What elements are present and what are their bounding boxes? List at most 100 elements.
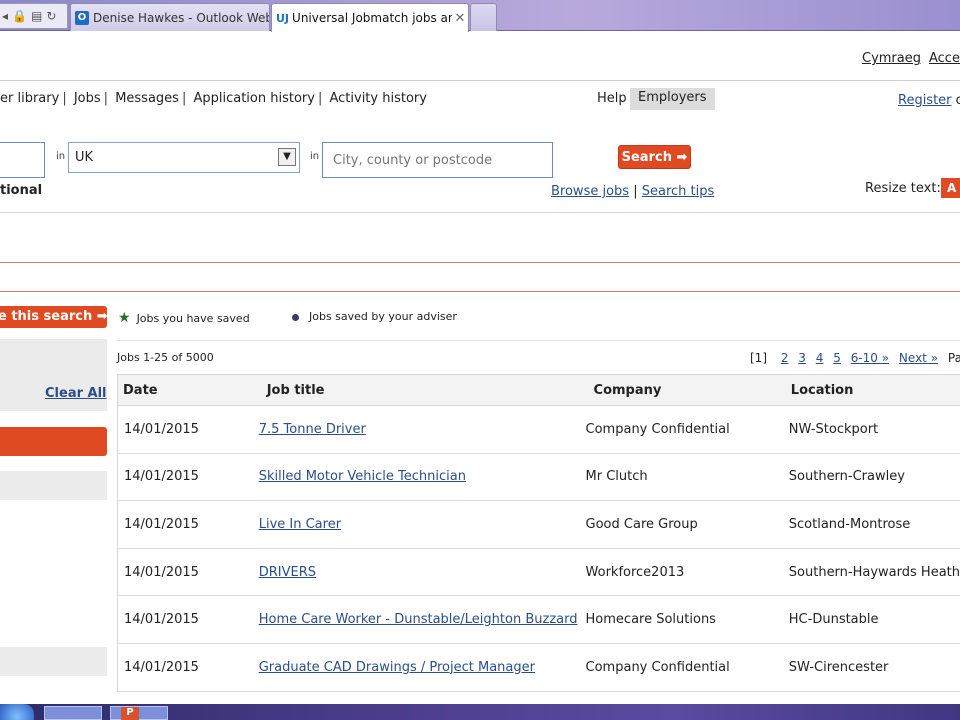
job-title-link[interactable]: DRIVERS [259,565,316,580]
job-title-link[interactable]: Graduate CAD Drawings / Project Manager [259,660,535,675]
nav-item-application-history[interactable]: Application history [193,91,314,106]
search-tips-link[interactable]: Search tips [642,184,715,199]
page-link[interactable]: 5 [833,351,841,365]
job-company: Company Confidential [585,643,783,692]
next-page-link[interactable]: Next » [899,351,938,365]
pagination: [1] 2 3 4 5 6-10 » Next » Page [750,351,960,365]
job-location: Southern-Crawley [782,453,960,502]
nav-item-activity-history[interactable]: Activity history [329,91,426,106]
back-icon[interactable]: ◂ [2,9,8,23]
taskbar-powerpoint-button[interactable]: P [110,706,168,720]
nav-item-library[interactable]: er library [0,91,59,106]
location-input[interactable] [322,142,553,178]
outlook-icon: O [75,10,89,25]
browser-tab-jobmatch[interactable]: UJ Universal Jobmatch jobs an... ✕ [271,3,469,32]
results-table: Date Job title Company Location 14/01/20… [116,374,960,692]
job-date: 14/01/2015 [116,500,259,549]
legend-label: Jobs you have saved [136,312,250,325]
accessibility-link[interactable]: Acces [929,51,960,66]
job-date: 14/01/2015 [116,405,259,454]
table-row: 14/01/2015 7.5 Tonne Driver Company Conf… [116,405,960,454]
search-button[interactable]: Search ➡ [618,145,691,169]
country-select[interactable]: UK ▼ [68,142,300,173]
keywords-input[interactable] [0,142,45,178]
register-area: Register o [898,93,960,108]
table-row: 14/01/2015 Skilled Motor Vehicle Technic… [116,453,960,502]
job-company: Good Care Group [585,500,783,549]
separator: | [633,184,638,199]
nav-item-messages[interactable]: Messages [115,91,179,106]
language-link[interactable]: Cymraeg [862,51,921,66]
page-label: Page [947,351,960,365]
page-range-link[interactable]: 6-10 » [851,351,889,365]
page-link[interactable]: 3 [798,351,806,365]
filter-section[interactable] [0,471,107,500]
column-header-job-title[interactable]: Job title [258,374,586,406]
table-row: 14/01/2015 DRIVERS Workforce2013 Souther… [116,548,960,597]
taskbar-browser-button[interactable] [44,706,102,720]
tab-title: Universal Jobmatch jobs an... [292,11,452,25]
in-label: in [56,151,66,162]
separator: | [62,91,67,106]
column-header-location[interactable]: Location [782,374,960,406]
filter-section[interactable] [0,647,107,676]
job-title-link[interactable]: Skilled Motor Vehicle Technician [259,469,466,484]
refresh-icon[interactable]: ↻ [46,9,56,23]
star-icon: ★ [118,310,131,326]
universal-jobmatch-icon: UJ [276,11,290,25]
job-title-link[interactable]: 7.5 Tonne Driver [259,422,366,437]
legend-saved-jobs: ★ Jobs you have saved [118,310,250,326]
nav-item-jobs[interactable]: Jobs [74,91,101,106]
resize-text-label: Resize text: [865,181,941,196]
job-title-link[interactable]: Live In Carer [259,517,341,532]
new-tab-button[interactable] [470,3,497,31]
nav-links: er library | Jobs | Messages | Application … [0,91,427,106]
browse-jobs-link[interactable]: Browse jobs [551,184,629,199]
job-date: 14/01/2015 [116,643,259,692]
help-link[interactable]: Help [597,91,627,106]
legend-adviser-jobs: Jobs saved by your adviser [292,310,457,323]
results-header: Jobs 1-25 of 5000 [1] 2 3 4 5 6-10 » Nex… [117,340,960,374]
register-link[interactable]: Register [898,93,952,108]
job-company: Homecare Solutions [585,595,783,644]
browser-tab-strip: ◂ 🔒 ▤ ↻ O Denise Hawkes - Outlook Web ..… [0,0,960,32]
main-navigation: er library | Jobs | Messages | Application … [0,81,960,119]
legend-label: Jobs saved by your adviser [309,310,457,323]
divider [0,212,960,213]
browser-tab-outlook[interactable]: O Denise Hawkes - Outlook Web ... [70,3,270,31]
job-title-link[interactable]: Home Care Worker - Dunstable/Leighton Bu… [259,612,578,627]
country-value: UK [75,150,94,165]
column-header-date[interactable]: Date [116,374,259,406]
employers-tab[interactable]: Employers [630,88,715,110]
optional-label: tional [0,183,43,198]
close-icon[interactable]: ✕ [452,11,468,26]
divider [0,262,960,263]
results-count: Jobs 1-25 of 5000 [117,351,214,364]
chevron-down-icon[interactable]: ▼ [278,148,296,166]
powerpoint-icon: P [121,707,139,720]
job-date: 14/01/2015 [116,595,259,644]
table-row: 14/01/2015 Home Care Worker - Dunstable/… [116,595,960,644]
current-page: [1] [750,351,767,365]
separator: | [181,91,187,106]
clear-all-link[interactable]: Clear All [45,386,107,401]
job-location: NW-Stockport [782,405,960,454]
compatibility-icon[interactable]: ▤ [31,9,42,23]
start-button[interactable] [0,704,34,720]
job-location: Scotland-Montrose [782,500,960,549]
job-date: 14/01/2015 [116,548,259,597]
job-company: Workforce2013 [585,548,783,597]
save-search-button[interactable]: e this search ➡ [0,306,107,328]
filter-header[interactable] [0,427,107,456]
job-location: Southern-Haywards Heath [782,548,960,597]
resize-text-button[interactable]: A [941,178,960,198]
divider [0,291,960,292]
page-link[interactable]: 2 [781,351,789,365]
page-link[interactable]: 4 [816,351,824,365]
tab-title: Denise Hawkes - Outlook Web ... [93,10,269,25]
column-header-company[interactable]: Company [585,374,783,406]
register-suffix: o [955,93,960,108]
utility-bar: Cymraeg Acces [0,31,960,81]
table-header-row: Date Job title Company Location [116,374,960,406]
job-company: Mr Clutch [585,453,783,502]
